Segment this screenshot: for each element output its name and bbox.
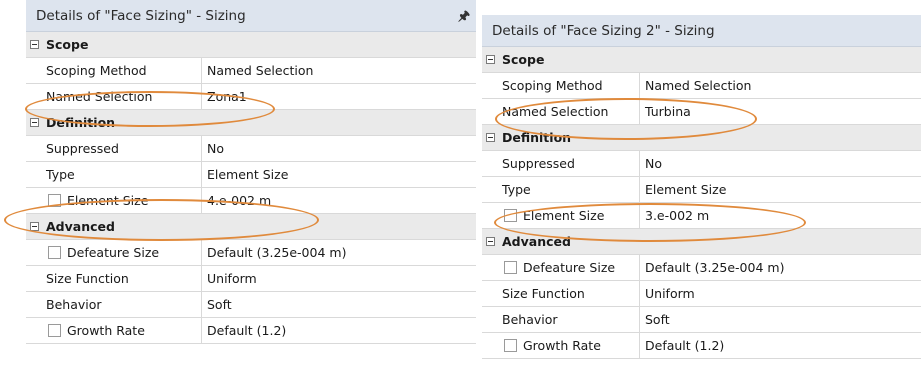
collapse-icon[interactable] xyxy=(486,55,495,64)
collapse-icon[interactable] xyxy=(486,133,495,142)
property-value[interactable]: No xyxy=(207,136,224,161)
row-scoping-method[interactable]: Scoping Method Named Selection xyxy=(26,58,476,84)
group-label: Scope xyxy=(502,52,545,67)
property-name: Growth Rate xyxy=(523,338,601,353)
details-panel-face-sizing-2: Details of "Face Sizing 2" - Sizing Scop… xyxy=(482,15,921,372)
property-value[interactable]: Uniform xyxy=(207,266,257,291)
property-name: Suppressed xyxy=(46,141,119,156)
parameter-checkbox[interactable] xyxy=(48,194,61,207)
parameter-checkbox[interactable] xyxy=(504,209,517,222)
collapse-icon[interactable] xyxy=(30,118,39,127)
row-defeature-size[interactable]: Defeature Size Default (3.25e-004 m) xyxy=(482,255,921,281)
property-name: Element Size xyxy=(523,208,605,223)
row-growth-rate[interactable]: Growth Rate Default (1.2) xyxy=(26,318,476,344)
group-label: Definition xyxy=(46,115,116,130)
group-advanced[interactable]: Advanced xyxy=(482,229,921,255)
panel-title: Details of "Face Sizing 2" - Sizing xyxy=(492,22,715,39)
row-type[interactable]: Type Element Size xyxy=(482,177,921,203)
group-scope[interactable]: Scope xyxy=(482,47,921,73)
row-size-function[interactable]: Size Function Uniform xyxy=(482,281,921,307)
details-grid: Scope Scoping Method Named Selection Nam… xyxy=(482,47,921,359)
property-name: Defeature Size xyxy=(67,245,160,260)
property-value[interactable]: No xyxy=(645,151,662,176)
collapse-icon[interactable] xyxy=(486,237,495,246)
property-name: Type xyxy=(46,167,75,182)
parameter-checkbox[interactable] xyxy=(48,324,61,337)
property-value[interactable]: Soft xyxy=(645,307,670,332)
group-label: Definition xyxy=(502,130,572,145)
group-label: Advanced xyxy=(502,234,571,249)
group-definition[interactable]: Definition xyxy=(482,125,921,151)
property-name: Scoping Method xyxy=(46,63,147,78)
pin-icon[interactable]: 🖈 xyxy=(458,7,470,29)
property-name: Named Selection xyxy=(46,89,153,104)
collapse-icon[interactable] xyxy=(30,222,39,231)
row-element-size[interactable]: Element Size 4.e-002 m xyxy=(26,188,476,214)
row-suppressed[interactable]: Suppressed No xyxy=(482,151,921,177)
property-value[interactable]: Default (3.25e-004 m) xyxy=(645,255,784,280)
row-growth-rate[interactable]: Growth Rate Default (1.2) xyxy=(482,333,921,359)
parameter-checkbox[interactable] xyxy=(48,246,61,259)
details-grid: Scope Scoping Method Named Selection Nam… xyxy=(26,32,476,344)
group-label: Advanced xyxy=(46,219,115,234)
property-value[interactable]: 4.e-002 m xyxy=(207,188,271,213)
property-name: Size Function xyxy=(46,271,129,286)
row-behavior[interactable]: Behavior Soft xyxy=(482,307,921,333)
panel-title-bar: Details of "Face Sizing" - Sizing 🖈 xyxy=(26,0,476,32)
property-value[interactable]: Turbina xyxy=(645,99,691,124)
row-behavior[interactable]: Behavior Soft xyxy=(26,292,476,318)
row-size-function[interactable]: Size Function Uniform xyxy=(26,266,476,292)
property-name: Element Size xyxy=(67,193,149,208)
property-value[interactable]: Named Selection xyxy=(645,73,751,98)
property-value[interactable]: Element Size xyxy=(207,162,288,187)
property-name: Growth Rate xyxy=(67,323,145,338)
property-name: Defeature Size xyxy=(523,260,616,275)
property-value[interactable]: Soft xyxy=(207,292,232,317)
panel-title: Details of "Face Sizing" - Sizing xyxy=(36,7,246,24)
parameter-checkbox[interactable] xyxy=(504,261,517,274)
details-panel-face-sizing: Details of "Face Sizing" - Sizing 🖈 Scop… xyxy=(26,0,476,372)
group-definition[interactable]: Definition xyxy=(26,110,476,136)
panel-edge xyxy=(915,15,921,46)
group-label: Scope xyxy=(46,37,89,52)
row-scoping-method[interactable]: Scoping Method Named Selection xyxy=(482,73,921,99)
row-named-selection[interactable]: Named Selection Zona1 xyxy=(26,84,476,110)
property-value[interactable]: Zona1 xyxy=(207,84,247,109)
row-named-selection[interactable]: Named Selection Turbina xyxy=(482,99,921,125)
row-defeature-size[interactable]: Defeature Size Default (3.25e-004 m) xyxy=(26,240,476,266)
property-value[interactable]: Default (1.2) xyxy=(207,318,286,343)
row-element-size[interactable]: Element Size 3.e-002 m xyxy=(482,203,921,229)
property-value[interactable]: Uniform xyxy=(645,281,695,306)
property-value[interactable]: 3.e-002 m xyxy=(645,203,709,228)
property-name: Type xyxy=(502,182,531,197)
group-scope[interactable]: Scope xyxy=(26,32,476,58)
property-name: Named Selection xyxy=(502,104,609,119)
property-name: Size Function xyxy=(502,286,585,301)
property-value[interactable]: Default (1.2) xyxy=(645,333,724,358)
property-value[interactable]: Element Size xyxy=(645,177,726,202)
panel-title-bar: Details of "Face Sizing 2" - Sizing xyxy=(482,15,921,47)
parameter-checkbox[interactable] xyxy=(504,339,517,352)
group-advanced[interactable]: Advanced xyxy=(26,214,476,240)
row-type[interactable]: Type Element Size xyxy=(26,162,476,188)
collapse-icon[interactable] xyxy=(30,40,39,49)
property-value[interactable]: Named Selection xyxy=(207,58,313,83)
property-name: Scoping Method xyxy=(502,78,603,93)
property-name: Behavior xyxy=(46,297,102,312)
row-suppressed[interactable]: Suppressed No xyxy=(26,136,476,162)
property-name: Suppressed xyxy=(502,156,575,171)
property-name: Behavior xyxy=(502,312,558,327)
property-value[interactable]: Default (3.25e-004 m) xyxy=(207,240,346,265)
